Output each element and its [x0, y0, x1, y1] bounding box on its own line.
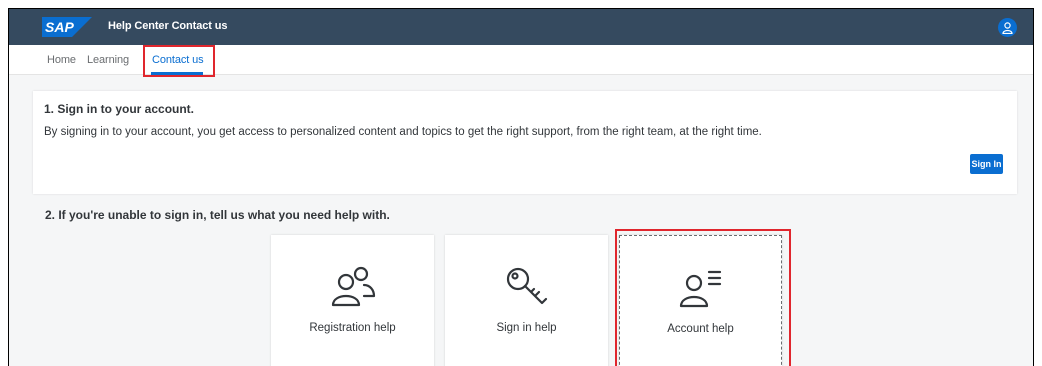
help-section-title: 2. If you're unable to sign in, tell us …: [45, 208, 390, 222]
tile-sign-in-help[interactable]: Sign in help: [445, 235, 608, 366]
signin-card: 1. Sign in to your account. By signing i…: [33, 91, 1017, 194]
signin-description: By signing in to your account, you get a…: [44, 126, 762, 138]
users-icon: [331, 266, 375, 307]
user-icon: [1002, 21, 1013, 34]
shell-bar: SAP Help Center Contact us: [9, 9, 1033, 45]
tile-registration-help[interactable]: Registration help: [271, 235, 434, 366]
tile-highlight-box: [615, 229, 791, 366]
tile-label: Registration help: [309, 322, 396, 334]
tab-learning[interactable]: Learning: [87, 54, 129, 66]
app-frame: SAP Help Center Contact us Home Learning…: [8, 8, 1034, 366]
key-icon: [506, 267, 547, 305]
user-avatar[interactable]: [998, 18, 1017, 37]
tab-home[interactable]: Home: [47, 54, 76, 66]
sap-logo[interactable]: SAP: [42, 17, 92, 37]
tab-highlight-box: [143, 45, 215, 77]
sap-logo-text: SAP: [45, 19, 74, 35]
shell-title: Help Center Contact us: [108, 20, 228, 32]
tile-label: Sign in help: [496, 322, 557, 334]
sign-in-button[interactable]: Sign In: [970, 154, 1003, 174]
signin-title: 1. Sign in to your account.: [44, 102, 195, 116]
